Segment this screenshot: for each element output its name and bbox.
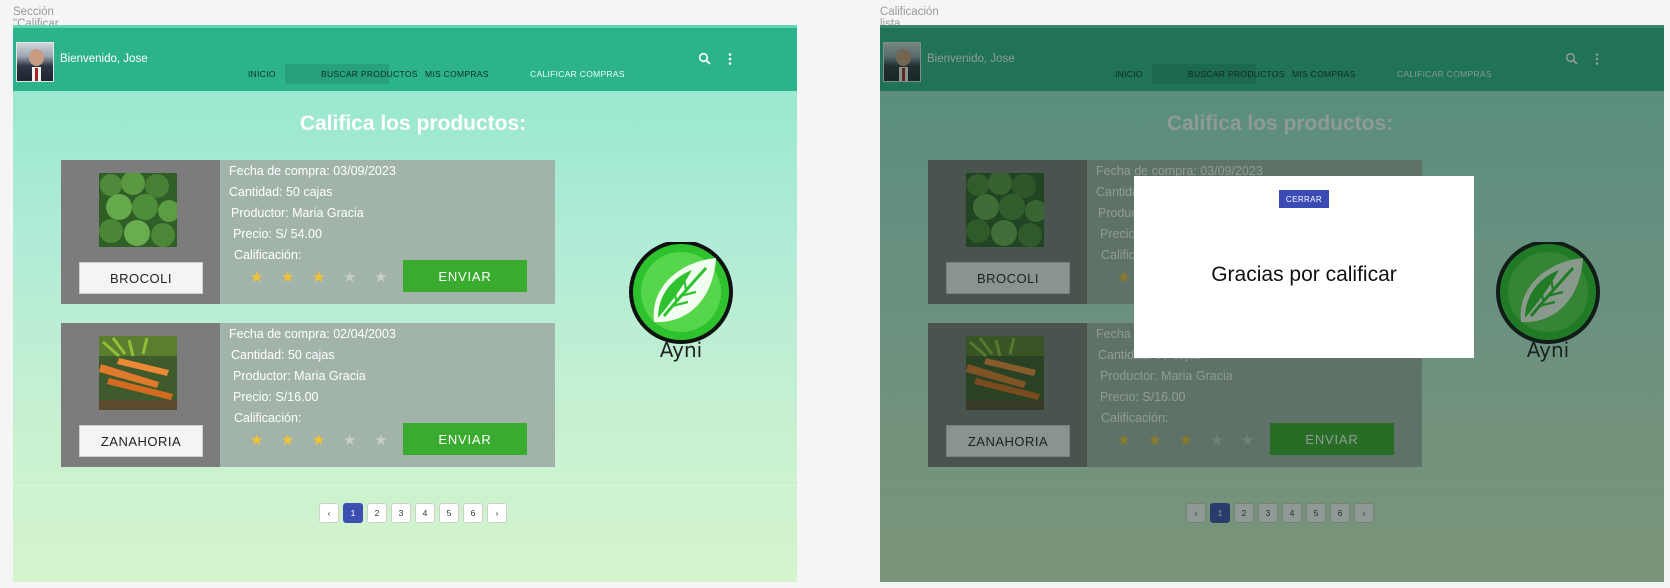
quantity: Cantidad: 50 cajas	[229, 185, 333, 199]
star-icon[interactable]: ★	[281, 268, 294, 286]
ayni-logo: Ayni	[629, 242, 733, 362]
purchase-date: Fecha de compra: 03/09/2023	[229, 164, 396, 178]
star-icon[interactable]: ★	[312, 268, 325, 286]
producer: Productor: Maria Gracia	[233, 369, 366, 383]
star-icon[interactable]: ★	[250, 268, 263, 286]
divider	[13, 485, 797, 486]
screen-frame: Bienvenido, Jose INICIO BUSCAR PRODUCTOS…	[13, 25, 797, 582]
rating-label: Calificación:	[234, 411, 302, 425]
star-icon[interactable]: ★	[374, 268, 387, 286]
pagination: ‹ 1 2 3 4 5 6 ›	[319, 503, 507, 523]
modal-message: Gracias por calificar	[1211, 263, 1397, 286]
product-name-button[interactable]: ZANAHORIA	[79, 425, 203, 457]
product-card: ZANAHORIA Fecha de compra: 02/04/2003 Ca…	[61, 323, 555, 467]
carrot-image	[99, 336, 177, 410]
logo-text: Ayni	[660, 338, 702, 362]
app-bar: Bienvenido, Jose INICIO BUSCAR PRODUCTOS…	[13, 25, 797, 91]
rating-stars[interactable]: ★ ★ ★ ★ ★	[250, 268, 390, 286]
page-button[interactable]: 6	[463, 503, 483, 523]
rating-stars[interactable]: ★ ★ ★ ★ ★	[250, 431, 390, 449]
send-button[interactable]: ENVIAR	[403, 260, 527, 292]
page-button[interactable]: 3	[391, 503, 411, 523]
screen-frame: Bienvenido, Jose INICIO BUSCAR PRODUCTOS…	[880, 25, 1664, 582]
rating-confirmation-modal: CERRAR Gracias por calificar	[1134, 176, 1474, 358]
rating-label: Calificación:	[234, 248, 302, 262]
page-title: Califica los productos:	[299, 112, 527, 135]
avatar[interactable]	[16, 42, 54, 82]
star-icon[interactable]: ★	[281, 431, 294, 449]
nav-buscar-productos[interactable]: BUSCAR PRODUCTOS	[321, 69, 418, 79]
nav-calificar-compras[interactable]: CALIFICAR COMPRAS	[530, 69, 625, 79]
search-icon[interactable]	[698, 52, 712, 66]
send-button[interactable]: ENVIAR	[403, 423, 527, 455]
next-page-button[interactable]: ›	[487, 503, 507, 523]
page-button[interactable]: 4	[415, 503, 435, 523]
product-image-area: BROCOLI	[61, 160, 220, 304]
quantity: Cantidad: 50 cajas	[231, 348, 335, 362]
prev-page-button[interactable]: ‹	[319, 503, 339, 523]
star-icon[interactable]: ★	[343, 268, 356, 286]
broccoli-image	[99, 173, 177, 247]
producer: Productor: Maria Gracia	[231, 206, 364, 220]
price: Precio: S/16.00	[233, 390, 319, 404]
close-button[interactable]: CERRAR	[1279, 190, 1329, 208]
welcome-text: Bienvenido, Jose	[60, 53, 148, 65]
purchase-date: Fecha de compra: 02/04/2003	[229, 327, 396, 341]
nav-mis-compras[interactable]: MIS COMPRAS	[425, 69, 489, 79]
star-icon[interactable]: ★	[250, 431, 263, 449]
nav-inicio[interactable]: INICIO	[248, 69, 276, 79]
star-icon[interactable]: ★	[343, 431, 356, 449]
star-icon[interactable]: ★	[312, 431, 325, 449]
page-button[interactable]: 1	[343, 503, 363, 523]
page-button[interactable]: 5	[439, 503, 459, 523]
page-button[interactable]: 2	[367, 503, 387, 523]
star-icon[interactable]: ★	[374, 431, 387, 449]
more-vert-icon[interactable]	[723, 52, 737, 66]
product-card: BROCOLI Fecha de compra: 03/09/2023 Cant…	[61, 160, 555, 304]
price: Precio: S/ 54.00	[233, 227, 322, 241]
product-image-area: ZANAHORIA	[61, 323, 220, 467]
product-name-button[interactable]: BROCOLI	[79, 262, 203, 294]
